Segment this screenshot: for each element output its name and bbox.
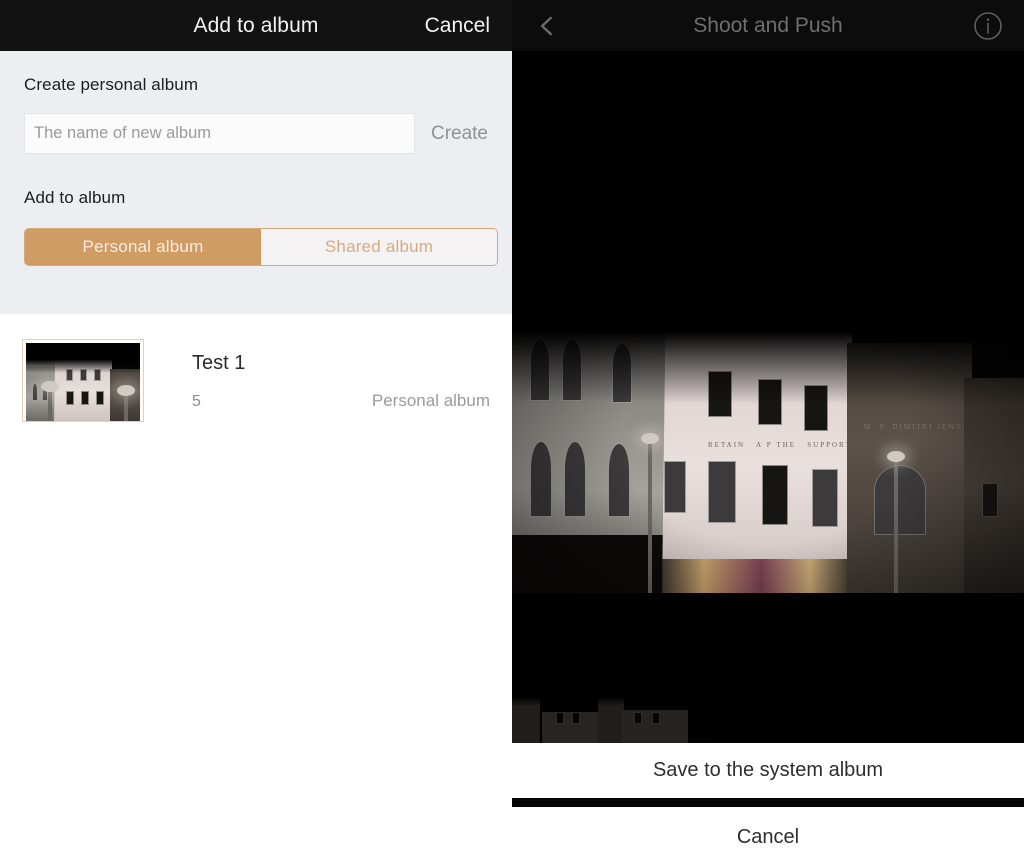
main-photo[interactable]: RETAIN A P THE SUPPORT M. P. DIMITRI JEW… [512, 243, 1024, 593]
right-page-title: Shoot and Push [693, 13, 843, 37]
album-list: Test 1 5 Personal album [0, 314, 512, 868]
save-to-system-album-button[interactable]: Save to the system album [512, 743, 1024, 798]
album-thumbnail-image [26, 343, 140, 421]
album-name-input[interactable] [24, 113, 415, 154]
segment-personal-album[interactable]: Personal album [25, 229, 261, 265]
add-to-album-heading: Add to album [24, 188, 126, 207]
album-type-segmented-control: Personal album Shared album [24, 228, 498, 266]
left-topbar: Add to album Cancel [0, 0, 512, 51]
album-title: Test 1 [192, 352, 246, 374]
sheet-cancel-button[interactable]: Cancel [512, 807, 1024, 868]
create-personal-album-heading: Create personal album [24, 75, 199, 94]
create-album-section: Create personal album Create Add to albu… [0, 51, 512, 313]
create-button[interactable]: Create [431, 123, 488, 145]
app-screen: Add to album Cancel Create personal albu… [0, 0, 1024, 868]
secondary-photo-preview[interactable] [512, 686, 710, 743]
bottom-action-sheet: Save to the system album Cancel [512, 743, 1024, 868]
create-album-row: Create [24, 113, 488, 154]
page-title: Add to album [193, 13, 319, 37]
sheet-divider [512, 798, 1024, 807]
add-to-album-panel: Add to album Cancel Create personal albu… [0, 0, 512, 868]
shoot-and-push-panel: Shoot and Push Save to the system album … [512, 0, 1024, 868]
segment-shared-album[interactable]: Shared album [261, 229, 497, 265]
album-list-item[interactable]: Test 1 5 Personal album [0, 314, 512, 436]
album-row-text: Test 1 5 Personal album [192, 339, 490, 411]
chevron-left-icon[interactable] [534, 13, 560, 39]
right-topbar: Shoot and Push [512, 0, 1024, 51]
album-type-label: Personal album [371, 391, 490, 410]
album-thumbnail-frame [22, 339, 144, 422]
photo-viewer: RETAIN A P THE SUPPORT M. P. DIMITRI JEW… [512, 51, 1024, 743]
info-circle-icon[interactable] [972, 10, 1004, 42]
cancel-button[interactable]: Cancel [425, 14, 490, 38]
